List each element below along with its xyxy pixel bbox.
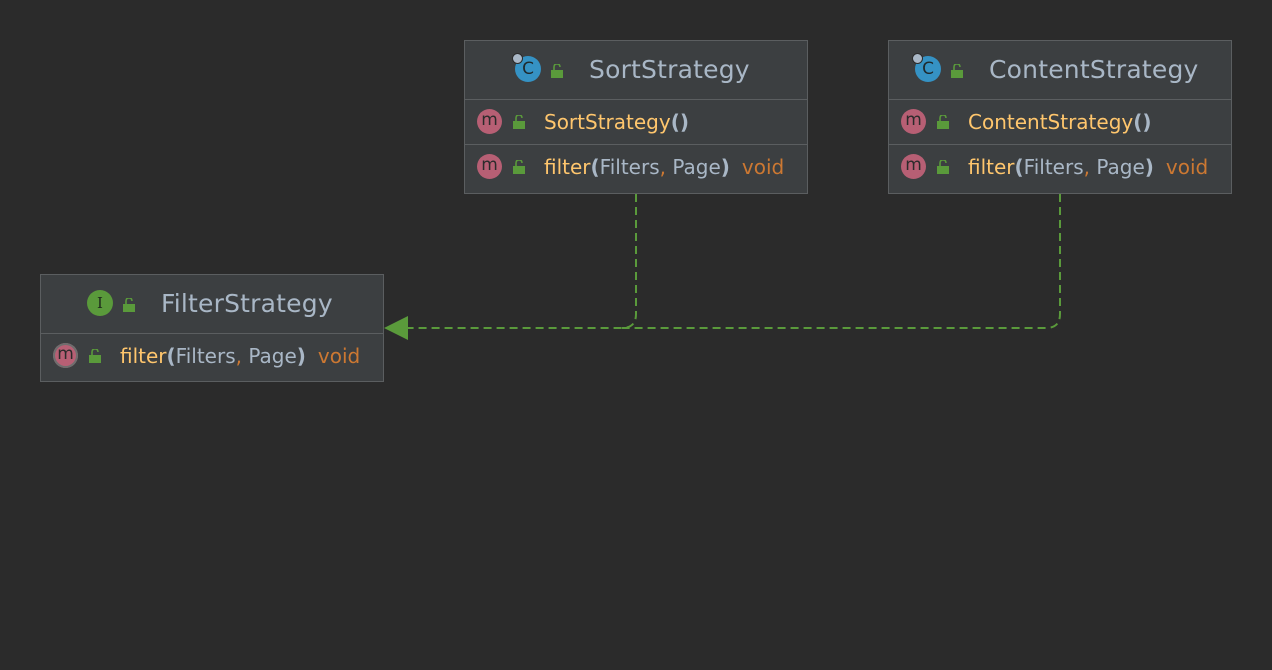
constructor-signature: SortStrategy() (544, 110, 689, 134)
method-signature: filter(Filters, Page) void (544, 155, 784, 179)
pin-icon (912, 53, 923, 64)
close-paren: ) (1144, 155, 1154, 179)
open-paren: ( (1014, 155, 1024, 179)
close-paren: ) (720, 155, 730, 179)
param-page: Page (241, 344, 297, 368)
method-name: filter (544, 155, 591, 179)
node-title: FilterStrategy (161, 289, 333, 318)
return-type: void (317, 344, 361, 368)
open-paren: ( (166, 344, 176, 368)
method-icon: m (477, 154, 502, 179)
constructor-name: ContentStrategy (968, 110, 1134, 134)
method-row-filter[interactable]: m filter(Filters, Page) void (889, 145, 1231, 190)
open-paren: ( (590, 155, 600, 179)
constructor-signature: ContentStrategy() (968, 110, 1152, 134)
method-signature: filter(Filters, Page) void (968, 155, 1208, 179)
public-visibility-icon (951, 64, 963, 78)
param-filters: Filters (1023, 155, 1084, 179)
method-icon: m (477, 109, 502, 134)
method-icon: m (901, 109, 926, 134)
method-signature: filter(Filters, Page) void (120, 344, 360, 368)
constructor-parens: () (1133, 110, 1152, 134)
public-visibility-icon (89, 349, 101, 363)
abstract-method-icon: m (53, 343, 78, 368)
public-visibility-icon (513, 115, 525, 129)
realization-arrowhead (384, 316, 408, 340)
public-visibility-icon (937, 160, 949, 174)
method-row-filter[interactable]: m filter(Filters, Page) void (41, 334, 383, 379)
param-page: Page (1089, 155, 1145, 179)
diagram-canvas: C SortStrategy m SortStrategy() m filter… (0, 0, 1272, 670)
return-type: void (741, 155, 785, 179)
class-node-sortstrategy[interactable]: C SortStrategy m SortStrategy() m filter… (464, 40, 808, 194)
node-title: ContentStrategy (989, 55, 1199, 84)
return-type: void (1165, 155, 1209, 179)
public-visibility-icon (123, 298, 135, 312)
node-header: C SortStrategy (465, 41, 807, 100)
close-paren: ) (296, 344, 306, 368)
method-name: filter (120, 344, 167, 368)
public-visibility-icon (551, 64, 563, 78)
method-row-filter[interactable]: m filter(Filters, Page) void (465, 145, 807, 190)
constructor-row[interactable]: m SortStrategy() (465, 100, 807, 145)
icon-letter: C (522, 59, 534, 79)
param-filters: Filters (175, 344, 236, 368)
class-icon: C (912, 53, 941, 82)
method-icon: m (901, 154, 926, 179)
param-filters: Filters (599, 155, 660, 179)
method-name: filter (968, 155, 1015, 179)
constructor-parens: () (670, 110, 689, 134)
interface-icon: I (87, 290, 113, 316)
public-visibility-icon (937, 115, 949, 129)
class-icon: C (512, 53, 541, 82)
edge-contentstrategy-to-filterstrategy (622, 194, 1061, 329)
public-visibility-icon (513, 160, 525, 174)
node-header: C ContentStrategy (889, 41, 1231, 100)
pin-icon (512, 53, 523, 64)
icon-letter: C (922, 59, 934, 79)
edge-sortstrategy-to-filterstrategy (405, 194, 637, 329)
icon-letter: I (97, 294, 103, 312)
interface-node-filterstrategy[interactable]: I FilterStrategy m filter(Filters, Page)… (40, 274, 384, 382)
constructor-name: SortStrategy (544, 110, 671, 134)
class-node-contentstrategy[interactable]: C ContentStrategy m ContentStrategy() m (888, 40, 1232, 194)
param-page: Page (665, 155, 721, 179)
node-header: I FilterStrategy (41, 275, 383, 334)
constructor-row[interactable]: m ContentStrategy() (889, 100, 1231, 145)
node-title: SortStrategy (589, 55, 750, 84)
